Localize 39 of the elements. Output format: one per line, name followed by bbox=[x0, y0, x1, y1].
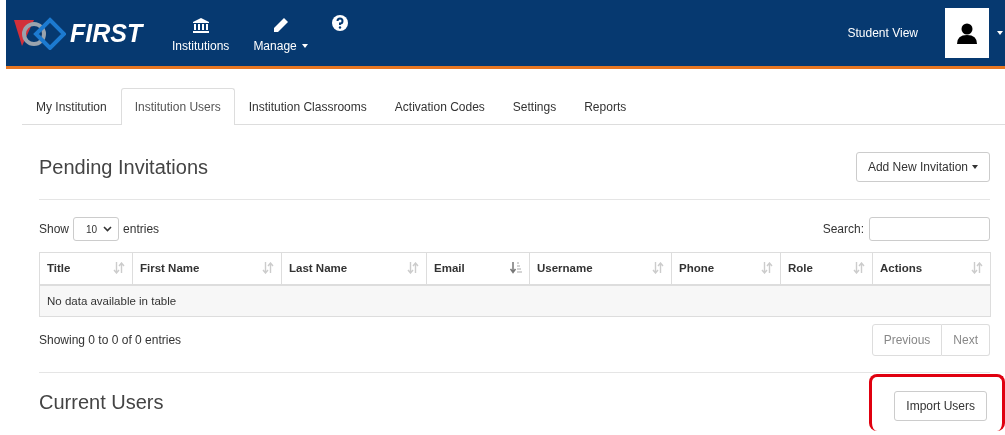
pencil-icon bbox=[272, 17, 289, 33]
search-label: Search: bbox=[822, 222, 864, 236]
tab[interactable]: Reports bbox=[570, 88, 641, 124]
column-header[interactable]: Username bbox=[529, 252, 672, 285]
section-title: Pending Invitations bbox=[39, 155, 208, 179]
column-header[interactable]: Title bbox=[39, 252, 133, 285]
student-view-link[interactable]: Student View bbox=[847, 26, 918, 40]
table-info: Showing 0 to 0 of 0 entries bbox=[39, 332, 182, 347]
show-label: Show bbox=[39, 222, 70, 236]
chevron-down-icon bbox=[103, 226, 113, 232]
user-silhouette-icon bbox=[956, 22, 978, 44]
entries-label: entries bbox=[123, 222, 160, 236]
caret-icon[interactable] bbox=[997, 31, 1003, 35]
column-header[interactable]: Email bbox=[426, 252, 530, 285]
tab[interactable]: Institution Users bbox=[120, 88, 235, 125]
avatar[interactable] bbox=[945, 8, 989, 58]
tab[interactable]: Institution Classrooms bbox=[234, 88, 381, 124]
logo-icon bbox=[12, 16, 66, 50]
logo-text[interactable]: FIRST bbox=[70, 18, 143, 48]
tab[interactable]: My Institution bbox=[22, 88, 121, 124]
tab[interactable]: Activation Codes bbox=[380, 88, 499, 124]
help-icon bbox=[331, 15, 348, 31]
import-users-button[interactable]: Import Users bbox=[894, 391, 987, 421]
search-field[interactable] bbox=[869, 217, 990, 241]
institution-icon bbox=[192, 17, 209, 33]
column-header[interactable]: Actions bbox=[872, 252, 991, 285]
column-header[interactable]: Role bbox=[780, 252, 873, 285]
nav-link[interactable]: Institutions bbox=[172, 13, 230, 53]
page-size-select[interactable]: 10 bbox=[73, 217, 120, 241]
column-header[interactable]: First Name bbox=[132, 252, 282, 285]
column-header[interactable]: Last Name bbox=[281, 252, 427, 285]
nav-link[interactable]: Manage bbox=[253, 13, 308, 53]
caret-icon bbox=[972, 165, 978, 169]
empty-table-message: No data available in table bbox=[39, 284, 991, 316]
tab[interactable]: Settings bbox=[498, 88, 571, 124]
add-invitation-button[interactable]: Add New Invitation bbox=[855, 152, 990, 182]
help-button[interactable] bbox=[331, 15, 348, 31]
section-title: Current Users bbox=[39, 391, 164, 414]
column-header[interactable]: Phone bbox=[671, 252, 781, 285]
